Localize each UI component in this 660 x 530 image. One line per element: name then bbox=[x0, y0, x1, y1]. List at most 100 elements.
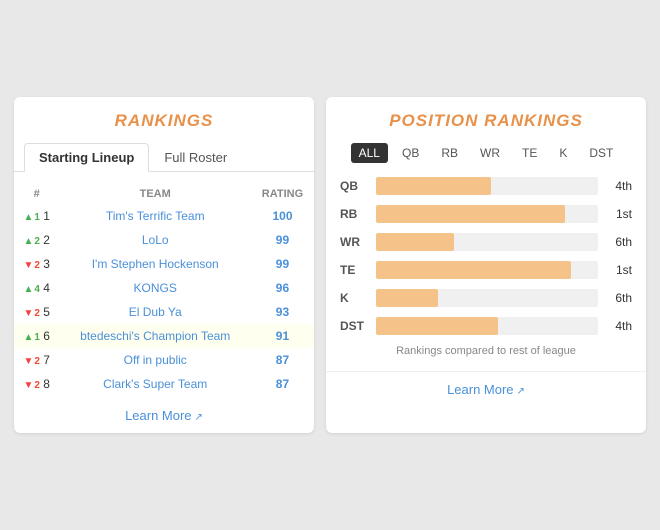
tab-bar: Starting Lineup Full Roster bbox=[14, 143, 314, 172]
bar-label-te: TE bbox=[340, 263, 370, 277]
col-rating: RATING bbox=[251, 184, 314, 204]
bar-track-wr bbox=[376, 233, 598, 251]
team-name-cell: LoLo bbox=[59, 228, 251, 252]
rating-cell: 91 bbox=[251, 324, 314, 348]
table-row: ▲1 1 Tim's Terrific Team 100 bbox=[14, 204, 314, 228]
rank-change-cell: ▲4 4 bbox=[14, 276, 59, 300]
rank-number: 7 bbox=[43, 353, 50, 367]
learn-more-right[interactable]: Learn More ↗ bbox=[326, 371, 646, 397]
bar-track-dst bbox=[376, 317, 598, 335]
col-hash: # bbox=[14, 184, 59, 204]
rank-change-indicator: ▼2 bbox=[23, 380, 39, 391]
rank-change-indicator: ▲1 bbox=[23, 332, 39, 343]
rank-number: 6 bbox=[43, 329, 50, 343]
down-arrow-icon: ▼ bbox=[23, 308, 33, 319]
tab-starting-lineup[interactable]: Starting Lineup bbox=[24, 143, 149, 172]
bar-rank-k: 6th bbox=[604, 291, 632, 305]
col-team: TEAM bbox=[59, 184, 251, 204]
table-row: ▼2 7 Off in public 87 bbox=[14, 348, 314, 372]
down-arrow-icon: ▼ bbox=[23, 260, 33, 271]
rank-number: 3 bbox=[43, 257, 50, 271]
learn-more-left-link[interactable]: Learn More bbox=[125, 408, 191, 423]
down-arrow-icon: ▼ bbox=[23, 380, 33, 391]
chart-note: Rankings compared to rest of league bbox=[326, 345, 646, 357]
bar-track-qb bbox=[376, 177, 598, 195]
rank-change-cell: ▲1 6 bbox=[14, 324, 59, 348]
rank-number: 2 bbox=[43, 233, 50, 247]
team-name-cell: btedeschi's Champion Team bbox=[59, 324, 251, 348]
rankings-panel: RANKINGS Starting Lineup Full Roster # T… bbox=[14, 97, 314, 433]
rank-change-cell: ▼2 5 bbox=[14, 300, 59, 324]
pos-filter-btn-dst[interactable]: DST bbox=[581, 143, 621, 163]
bar-rank-dst: 4th bbox=[604, 319, 632, 333]
bar-row-te: TE 1st bbox=[340, 261, 632, 279]
rank-change-indicator: ▼2 bbox=[23, 356, 39, 367]
rating-cell: 93 bbox=[251, 300, 314, 324]
bar-row-rb: RB 1st bbox=[340, 205, 632, 223]
up-arrow-icon: ▲ bbox=[23, 332, 33, 343]
rank-change-cell: ▼2 7 bbox=[14, 348, 59, 372]
table-row: ▲2 2 LoLo 99 bbox=[14, 228, 314, 252]
rating-cell: 87 bbox=[251, 372, 314, 396]
rank-change-indicator: ▲4 bbox=[23, 284, 39, 295]
rank-change-cell: ▲1 1 bbox=[14, 204, 59, 228]
bar-label-k: K bbox=[340, 291, 370, 305]
rank-change-cell: ▲2 2 bbox=[14, 228, 59, 252]
up-arrow-icon: ▲ bbox=[23, 236, 33, 247]
bar-rank-wr: 6th bbox=[604, 235, 632, 249]
bar-row-qb: QB 4th bbox=[340, 177, 632, 195]
bar-fill-dst bbox=[376, 317, 498, 335]
rank-number: 4 bbox=[43, 281, 50, 295]
bar-rank-qb: 4th bbox=[604, 179, 632, 193]
rating-cell: 100 bbox=[251, 204, 314, 228]
bar-label-wr: WR bbox=[340, 235, 370, 249]
team-name-cell: I'm Stephen Hockenson bbox=[59, 252, 251, 276]
rankings-table: # TEAM RATING ▲1 1 Tim's Terrific Team 1… bbox=[14, 184, 314, 396]
team-name-cell: Tim's Terrific Team bbox=[59, 204, 251, 228]
bar-fill-rb bbox=[376, 205, 565, 223]
pos-filter-btn-all[interactable]: ALL bbox=[351, 143, 388, 163]
position-filter-bar: ALL QB RB WR TE K DST bbox=[326, 143, 646, 163]
rank-number: 1 bbox=[43, 209, 50, 223]
pos-filter-btn-wr[interactable]: WR bbox=[472, 143, 508, 163]
team-name-cell: El Dub Ya bbox=[59, 300, 251, 324]
tab-full-roster[interactable]: Full Roster bbox=[149, 143, 242, 172]
pos-filter-btn-qb[interactable]: QB bbox=[394, 143, 427, 163]
table-row: ▼2 3 I'm Stephen Hockenson 99 bbox=[14, 252, 314, 276]
up-arrow-icon: ▲ bbox=[23, 284, 33, 295]
bar-chart: QB 4th RB 1st WR 6th TE 1st K bbox=[326, 177, 646, 335]
table-row: ▼2 5 El Dub Ya 93 bbox=[14, 300, 314, 324]
main-container: RANKINGS Starting Lineup Full Roster # T… bbox=[0, 83, 660, 447]
pos-filter-btn-te[interactable]: TE bbox=[514, 143, 545, 163]
rank-change-indicator: ▲2 bbox=[23, 236, 39, 247]
bar-track-k bbox=[376, 289, 598, 307]
down-arrow-icon: ▼ bbox=[23, 356, 33, 367]
rating-cell: 87 bbox=[251, 348, 314, 372]
rating-cell: 99 bbox=[251, 252, 314, 276]
rank-number: 8 bbox=[43, 377, 50, 391]
rating-cell: 99 bbox=[251, 228, 314, 252]
rank-change-cell: ▼2 3 bbox=[14, 252, 59, 276]
learn-more-right-link[interactable]: Learn More bbox=[447, 382, 513, 397]
rank-number: 5 bbox=[43, 305, 50, 319]
bar-rank-te: 1st bbox=[604, 263, 632, 277]
table-row: ▼2 8 Clark's Super Team 87 bbox=[14, 372, 314, 396]
bar-rank-rb: 1st bbox=[604, 207, 632, 221]
position-rankings-panel: POSITION RANKINGS ALL QB RB WR TE K DST QB 4th… bbox=[326, 97, 646, 433]
pos-filter-btn-rb[interactable]: RB bbox=[433, 143, 466, 163]
table-row: ▲1 6 btedeschi's Champion Team 91 bbox=[14, 324, 314, 348]
bar-label-rb: RB bbox=[340, 207, 370, 221]
learn-more-left[interactable]: Learn More↗ bbox=[14, 408, 314, 423]
pos-filter-btn-k[interactable]: K bbox=[551, 143, 575, 163]
up-arrow-icon: ▲ bbox=[23, 212, 33, 223]
team-name-cell: Off in public bbox=[59, 348, 251, 372]
bar-track-rb bbox=[376, 205, 598, 223]
position-rankings-title: POSITION RANKINGS bbox=[326, 111, 646, 131]
team-name-cell: Clark's Super Team bbox=[59, 372, 251, 396]
bar-fill-k bbox=[376, 289, 438, 307]
bar-fill-te bbox=[376, 261, 571, 279]
rank-change-cell: ▼2 8 bbox=[14, 372, 59, 396]
external-link-icon-right: ↗ bbox=[517, 386, 525, 397]
bar-row-wr: WR 6th bbox=[340, 233, 632, 251]
table-row: ▲4 4 KONGS 96 bbox=[14, 276, 314, 300]
